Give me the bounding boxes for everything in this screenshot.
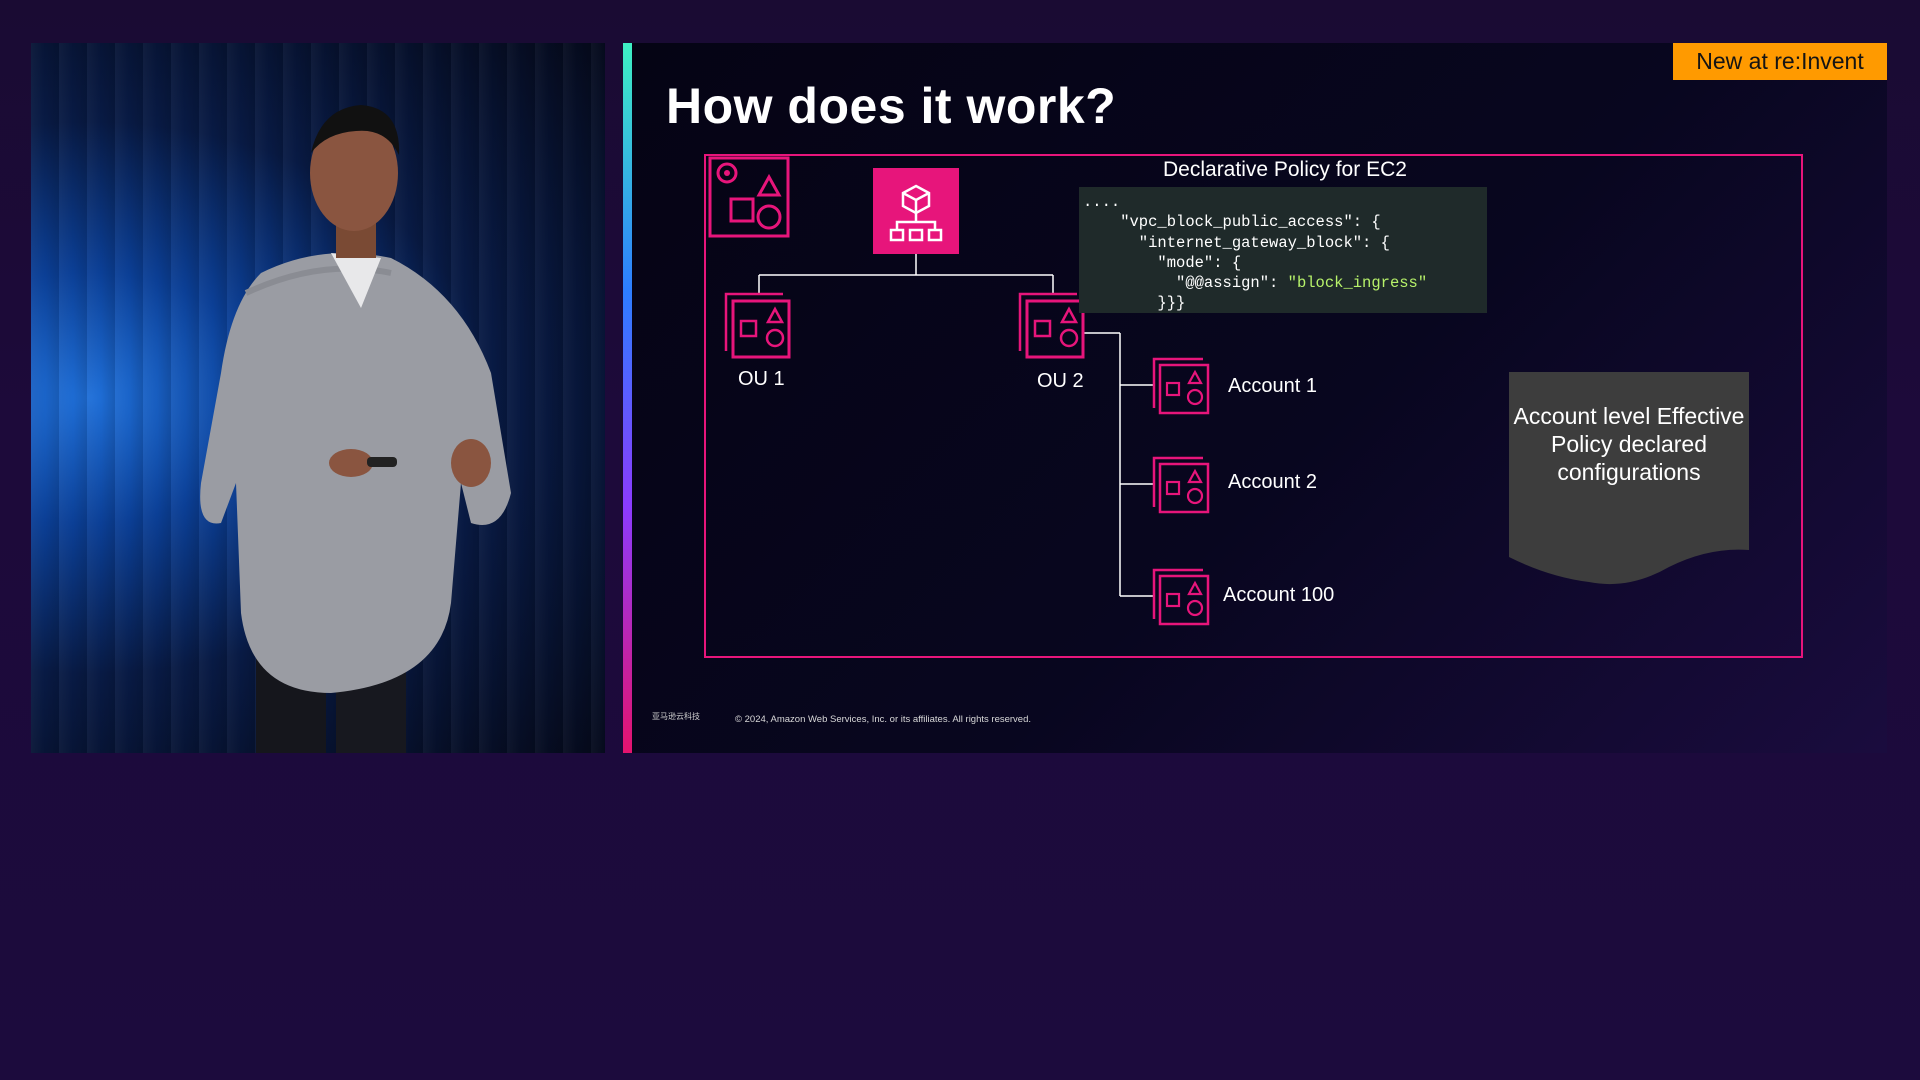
- code-line: "@@assign": "block_ingress": [1083, 274, 1428, 293]
- aws-logo: 亚马逊云科技: [652, 712, 700, 721]
- code-line: "internet_gateway_block": {: [1083, 233, 1390, 252]
- ou-icon: [1018, 292, 1085, 359]
- copyright-text: © 2024, Amazon Web Services, Inc. or its…: [735, 714, 1032, 725]
- account-icon: [1152, 357, 1210, 415]
- account-icon: [1152, 456, 1210, 514]
- code-line: "mode": {: [1083, 253, 1242, 272]
- account-label: Account 2: [1228, 471, 1317, 493]
- policy-code-snippet: .... "vpc_block_public_access": { "inter…: [1079, 187, 1487, 313]
- code-line: }}}: [1083, 294, 1186, 313]
- speaker-figure: [200, 105, 511, 753]
- account-icon: [1152, 568, 1210, 626]
- effective-policy-note: Account level Effective Policy declared …: [1509, 372, 1749, 592]
- ou1-label: OU 1: [738, 368, 785, 390]
- ou2-label: OU 2: [1037, 370, 1084, 392]
- code-line: ....: [1083, 193, 1121, 211]
- effective-policy-text: Account level Effective Policy declared …: [1513, 403, 1745, 485]
- ou-icon: [724, 292, 791, 359]
- presentation-slide: How does it work? New at re:Invent Decla…: [623, 43, 1887, 753]
- code-line: "vpc_block_public_access": {: [1083, 213, 1381, 232]
- account-label: Account 1: [1228, 375, 1317, 397]
- speaker-video: [31, 43, 605, 753]
- account-label: Account 100: [1223, 584, 1335, 606]
